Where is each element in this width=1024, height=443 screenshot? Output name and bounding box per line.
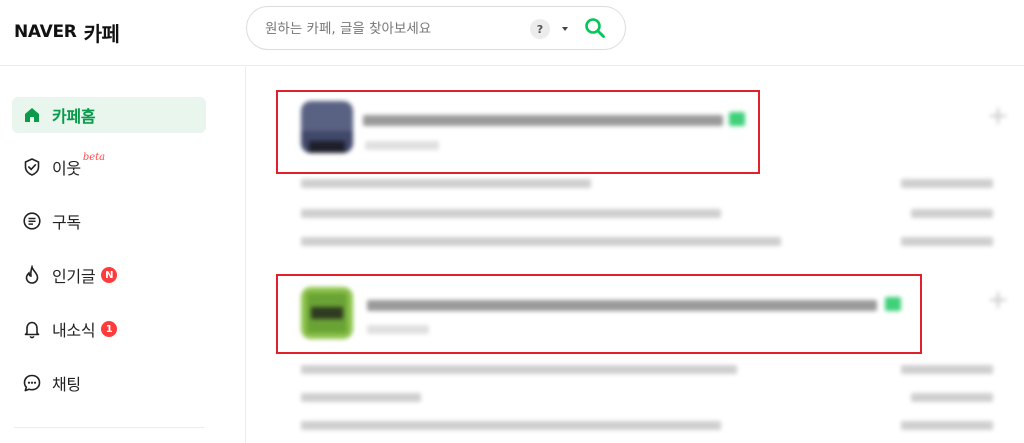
list-item-date	[901, 365, 993, 374]
top-header: NAVER 카페 ?	[0, 0, 1024, 66]
post-title[interactable]	[367, 300, 877, 311]
list-item-date	[911, 209, 993, 218]
list-item-date	[901, 421, 993, 430]
beta-tag: beta	[82, 151, 106, 163]
cafe-thumbnail[interactable]	[301, 101, 353, 153]
subscribe-icon	[22, 211, 42, 231]
list-item-date	[911, 393, 993, 402]
chat-icon	[22, 373, 42, 393]
sidebar-item-notifications[interactable]: 내소식 1	[12, 311, 206, 347]
search-button[interactable]	[583, 16, 607, 40]
sidebar-item-label: 카페홈	[52, 107, 96, 126]
bell-icon	[22, 319, 42, 339]
search-input[interactable]	[265, 18, 525, 40]
sidebar-divider	[14, 427, 204, 428]
sidebar: 카페홈 이웃 beta 구독 인기글 N 내소식 1 채팅	[0, 67, 246, 443]
sidebar-item-cafe-home[interactable]: 카페홈	[12, 97, 206, 133]
sidebar-item-neighbor[interactable]: 이웃 beta	[12, 149, 206, 185]
search-bar: ?	[246, 6, 626, 50]
post-meta	[367, 325, 429, 334]
logo-cafe-text: 카페	[83, 21, 120, 46]
search-help-button[interactable]: ?	[530, 19, 550, 39]
sidebar-item-label: 구독	[52, 213, 81, 232]
post-title[interactable]	[363, 115, 723, 126]
feed: + +	[247, 67, 1024, 443]
logo-naver-text: NAVER	[14, 22, 77, 42]
sidebar-item-subscribe[interactable]: 구독	[12, 203, 206, 239]
home-icon	[22, 105, 42, 125]
new-tag	[885, 297, 901, 311]
sidebar-item-label: 이웃	[52, 159, 81, 178]
list-item-date	[901, 179, 993, 188]
new-badge: N	[101, 267, 118, 283]
list-item[interactable]	[301, 209, 721, 218]
cafe-thumbnail[interactable]	[301, 287, 353, 339]
sidebar-item-label: 인기글	[52, 267, 96, 286]
neighbor-check-icon	[22, 157, 42, 177]
list-item[interactable]	[491, 421, 721, 430]
chevron-down-icon[interactable]	[562, 27, 568, 31]
list-item[interactable]	[301, 179, 591, 188]
plus-icon[interactable]: +	[987, 287, 1009, 313]
list-item[interactable]	[301, 421, 497, 430]
sidebar-item-popular[interactable]: 인기글 N	[12, 257, 206, 293]
flame-icon	[22, 265, 42, 285]
new-tag	[729, 112, 745, 126]
count-badge: 1	[101, 321, 118, 337]
post-meta	[365, 141, 439, 150]
list-item[interactable]	[301, 237, 781, 246]
naver-cafe-logo[interactable]: NAVER 카페	[14, 18, 120, 46]
search-icon	[585, 18, 605, 38]
sidebar-item-chat[interactable]: 채팅	[12, 365, 206, 401]
sidebar-item-label: 채팅	[52, 375, 81, 394]
list-item[interactable]	[301, 393, 421, 402]
sidebar-item-label: 내소식	[52, 321, 96, 340]
list-item-date	[901, 237, 993, 246]
list-item[interactable]	[301, 365, 737, 374]
plus-icon[interactable]: +	[987, 103, 1009, 129]
